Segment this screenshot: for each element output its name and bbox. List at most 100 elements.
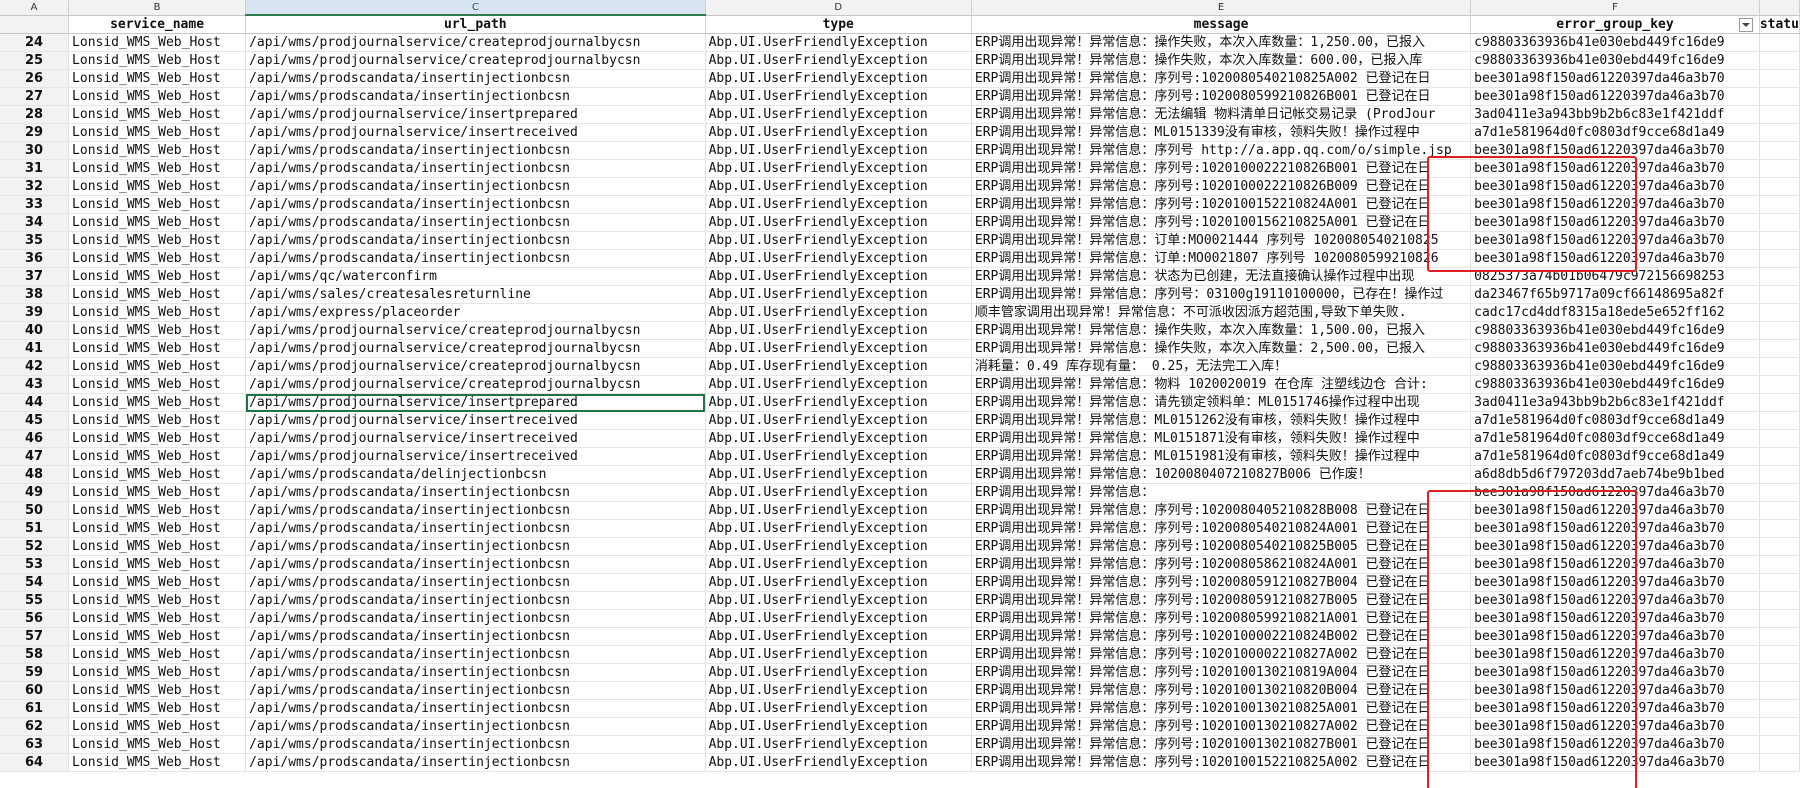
cell-service-name[interactable]: Lonsid_WMS_Web_Host [68,375,247,394]
row-number[interactable]: 34 [0,213,70,232]
cell-status[interactable] [1759,429,1800,448]
cell-error-group-key[interactable]: c98803363936b41e030ebd449fc16de9 [1470,339,1760,358]
cell-status[interactable] [1759,51,1800,70]
cell-service-name[interactable]: Lonsid_WMS_Web_Host [68,339,247,358]
cell-message[interactable]: ERP调用出现异常！异常信息：ML0151871没有审核，领料失败！操作过程中 [971,429,1472,448]
cell-url-path[interactable]: /api/wms/express/placeorder [245,303,706,322]
cell-type[interactable]: Abp.UI.UserFriendlyException [705,33,972,52]
cell-url-path[interactable]: /api/wms/prodscandata/insertinjectionbcs… [245,141,706,160]
cell-error-group-key[interactable]: bee301a98f150ad61220397da46a3b70 [1470,87,1760,106]
cell-type[interactable]: Abp.UI.UserFriendlyException [705,195,972,214]
cell-type[interactable]: Abp.UI.UserFriendlyException [705,375,972,394]
cell-error-group-key[interactable]: bee301a98f150ad61220397da46a3b70 [1470,249,1760,268]
cell-service-name[interactable]: Lonsid_WMS_Web_Host [68,231,247,250]
cell-error-group-key[interactable]: bee301a98f150ad61220397da46a3b70 [1470,735,1760,754]
cell-error-group-key[interactable]: bee301a98f150ad61220397da46a3b70 [1470,627,1760,646]
row-number[interactable]: 64 [0,753,70,772]
cell-service-name[interactable]: Lonsid_WMS_Web_Host [68,321,247,340]
cell-message[interactable]: ERP调用出现异常！异常信息： [971,483,1472,502]
cell-message[interactable]: ERP调用出现异常！异常信息：序列号:1020080599210821A001 … [971,609,1472,628]
cell-service-name[interactable]: Lonsid_WMS_Web_Host [68,177,247,196]
header-status[interactable]: statu [1759,15,1800,34]
cell-status[interactable] [1759,699,1800,718]
cell-url-path[interactable]: /api/wms/prodscandata/insertinjectionbcs… [245,483,706,502]
cell-type[interactable]: Abp.UI.UserFriendlyException [705,159,972,178]
cell-message[interactable]: 顺丰管家调用出现异常！异常信息：不可派收因派方超范围,导致下单失败. [971,303,1472,322]
cell-message[interactable]: 消耗量：0.49 库存现有量： 0.25，无法完工入库！ [971,357,1472,376]
row-number[interactable]: 24 [0,33,70,52]
cell-type[interactable]: Abp.UI.UserFriendlyException [705,69,972,88]
cell-status[interactable] [1759,591,1800,610]
cell-url-path[interactable]: /api/wms/prodjournalservice/createprodjo… [245,321,706,340]
row-number[interactable]: 55 [0,591,70,610]
row-number[interactable]: 40 [0,321,70,340]
column-letter-e[interactable]: E [971,0,1472,16]
cell-message[interactable]: ERP调用出现异常！异常信息：序列号:1020100002210827A002 … [971,645,1472,664]
cell-error-group-key[interactable]: c98803363936b41e030ebd449fc16de9 [1470,321,1760,340]
column-letter-a[interactable]: A [0,0,70,16]
row-number[interactable]: 42 [0,357,70,376]
cell-status[interactable] [1759,753,1800,772]
cell-message[interactable]: ERP调用出现异常！异常信息：序列号：03100g19110100000，已存在… [971,285,1472,304]
cell-error-group-key[interactable]: a6d8db5d6f797203dd7aeb74be9b1bed [1470,465,1760,484]
row-number[interactable]: 33 [0,195,70,214]
cell-url-path[interactable]: /api/wms/prodscandata/insertinjectionbcs… [245,213,706,232]
row-number[interactable]: 53 [0,555,70,574]
cell-error-group-key[interactable]: bee301a98f150ad61220397da46a3b70 [1470,573,1760,592]
cell-type[interactable]: Abp.UI.UserFriendlyException [705,105,972,124]
row-number[interactable]: 32 [0,177,70,196]
cell-message[interactable]: ERP调用出现异常！异常信息：序列号:1020100130210827B001 … [971,735,1472,754]
cell-message[interactable]: ERP调用出现异常！异常信息：序列号:1020100022210826B001 … [971,159,1472,178]
cell-message[interactable]: ERP调用出现异常！异常信息：序列号:1020100022210826B009 … [971,177,1472,196]
cell-status[interactable] [1759,411,1800,430]
row-number[interactable]: 36 [0,249,70,268]
cell-url-path[interactable]: /api/wms/prodscandata/insertinjectionbcs… [245,735,706,754]
row-number[interactable]: 29 [0,123,70,142]
cell-message[interactable]: ERP调用出现异常！异常信息：物料 1020020019 在仓库 注塑线边仓 合… [971,375,1472,394]
cell-service-name[interactable]: Lonsid_WMS_Web_Host [68,447,247,466]
cell-message[interactable]: ERP调用出现异常！异常信息：序列号:1020080540210825B005 … [971,537,1472,556]
cell-status[interactable] [1759,357,1800,376]
cell-type[interactable]: Abp.UI.UserFriendlyException [705,285,972,304]
filter-dropdown-icon[interactable] [1738,17,1753,32]
cell-service-name[interactable]: Lonsid_WMS_Web_Host [68,591,247,610]
cell-status[interactable] [1759,627,1800,646]
cell-status[interactable] [1759,483,1800,502]
cell-service-name[interactable]: Lonsid_WMS_Web_Host [68,609,247,628]
row-number[interactable]: 49 [0,483,70,502]
cell-type[interactable]: Abp.UI.UserFriendlyException [705,141,972,160]
cell-service-name[interactable]: Lonsid_WMS_Web_Host [68,555,247,574]
cell-message[interactable]: ERP调用出现异常！异常信息：序列号:1020080405210828B008 … [971,501,1472,520]
cell-status[interactable] [1759,33,1800,52]
cell-status[interactable] [1759,267,1800,286]
cell-message[interactable]: ERP调用出现异常！异常信息：序列号:1020100152210824A001 … [971,195,1472,214]
cell-type[interactable]: Abp.UI.UserFriendlyException [705,123,972,142]
cell-status[interactable] [1759,465,1800,484]
cell-service-name[interactable]: Lonsid_WMS_Web_Host [68,303,247,322]
cell-service-name[interactable]: Lonsid_WMS_Web_Host [68,195,247,214]
cell-message[interactable]: ERP调用出现异常！异常信息：序列号:1020080599210826B001 … [971,87,1472,106]
cell-url-path[interactable]: /api/wms/prodjournalservice/insertprepar… [245,105,706,124]
cell-error-group-key[interactable]: bee301a98f150ad61220397da46a3b70 [1470,591,1760,610]
cell-error-group-key[interactable]: bee301a98f150ad61220397da46a3b70 [1470,663,1760,682]
cell-url-path[interactable]: /api/wms/prodjournalservice/insertprepar… [245,393,706,412]
cell-error-group-key[interactable]: c98803363936b41e030ebd449fc16de9 [1470,33,1760,52]
row-number[interactable]: 61 [0,699,70,718]
row-number[interactable]: 25 [0,51,70,70]
cell-status[interactable] [1759,735,1800,754]
cell-message[interactable]: ERP调用出现异常！异常信息：序列号:1020080591210827B005 … [971,591,1472,610]
row-number[interactable]: 51 [0,519,70,538]
row-number[interactable]: 35 [0,231,70,250]
cell-type[interactable]: Abp.UI.UserFriendlyException [705,303,972,322]
row-number[interactable]: 30 [0,141,70,160]
cell-url-path[interactable]: /api/wms/prodjournalservice/insertreceiv… [245,447,706,466]
row-number[interactable]: 63 [0,735,70,754]
row-number[interactable]: 31 [0,159,70,178]
cell-service-name[interactable]: Lonsid_WMS_Web_Host [68,573,247,592]
cell-service-name[interactable]: Lonsid_WMS_Web_Host [68,717,247,736]
row-number[interactable]: 28 [0,105,70,124]
cell-status[interactable] [1759,213,1800,232]
cell-url-path[interactable]: /api/wms/prodscandata/insertinjectionbcs… [245,537,706,556]
cell-message[interactable]: ERP调用出现异常！异常信息：序列号:1020080591210827B004 … [971,573,1472,592]
cell-url-path[interactable]: /api/wms/prodscandata/insertinjectionbcs… [245,195,706,214]
